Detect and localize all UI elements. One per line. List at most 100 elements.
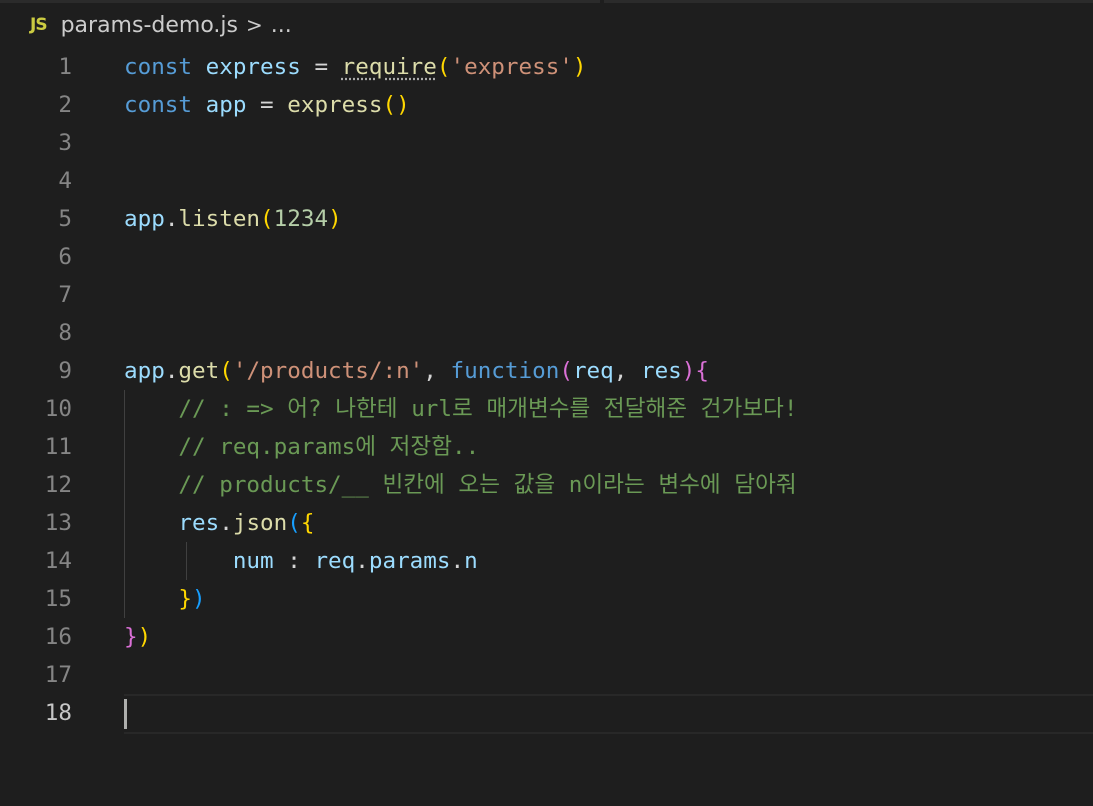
code-token: json <box>232 510 288 536</box>
code-token: const <box>124 92 193 118</box>
line-number: 14 <box>44 548 72 574</box>
code-token: ( <box>559 358 573 384</box>
code-line[interactable]: 1 const express = require('express') <box>0 48 1093 86</box>
code-line[interactable]: 9 app.get('/products/:n', function(req, r… <box>0 352 1093 390</box>
code-token: express <box>287 92 383 118</box>
code-line[interactable]: 7 <box>0 276 1093 314</box>
code-line[interactable]: 13 res.json({ <box>0 504 1093 542</box>
code-line[interactable]: 16}) <box>0 618 1093 656</box>
line-number: 17 <box>44 662 72 688</box>
line-number: 10 <box>44 396 72 422</box>
line-number: 2 <box>58 92 72 118</box>
line-number: 11 <box>44 434 72 460</box>
code-text: res.json({ <box>124 504 314 542</box>
tab-edge-left <box>0 0 600 3</box>
code-token: '/products/:n' <box>232 358 424 384</box>
code-token: params <box>368 548 451 574</box>
code-token: = <box>246 92 288 118</box>
code-token: // : => 어? 나한테 url로 매개변수를 전달해준 건가보다! <box>178 396 798 422</box>
breadcrumb-more[interactable]: ... <box>271 13 292 38</box>
code-token: ) <box>192 586 206 612</box>
text-cursor <box>124 699 127 729</box>
code-token: req <box>572 358 614 384</box>
line-number: 9 <box>58 358 72 384</box>
breadcrumb: JS params-demo.js > ... <box>30 10 292 40</box>
line-number: 1 <box>58 54 72 80</box>
code-line[interactable]: 5 app.listen(1234) <box>0 200 1093 238</box>
code-token: = <box>300 54 342 80</box>
line-number: 18 <box>44 700 72 726</box>
line-number: 4 <box>58 168 72 194</box>
code-token: get <box>178 358 220 384</box>
code-token: ) <box>572 54 587 80</box>
code-line[interactable]: 12 // products/__ 빈칸에 오는 값을 n이라는 변수에 담아줘 <box>0 466 1093 504</box>
code-text: app.get('/products/:n', function(req, re… <box>124 352 709 390</box>
code-text: app.listen(1234) <box>124 200 342 238</box>
code-line[interactable]: 3 <box>0 124 1093 162</box>
code-token: res <box>640 358 682 384</box>
code-line[interactable]: 4 <box>0 162 1093 200</box>
code-token: { <box>300 510 315 536</box>
code-token: , <box>423 358 451 384</box>
code-token: ( <box>436 54 451 80</box>
code-token: . <box>164 358 179 384</box>
code-token: app <box>124 358 165 384</box>
code-line[interactable]: 18 <box>0 694 1093 734</box>
line-number: 3 <box>58 130 72 156</box>
line-number: 7 <box>58 282 72 308</box>
code-line[interactable]: 15 }) <box>0 580 1093 618</box>
current-line-highlight <box>124 694 1093 734</box>
code-token: . <box>450 548 465 574</box>
code-line[interactable]: 17 <box>0 656 1093 694</box>
line-number: 12 <box>44 472 72 498</box>
code-text: // : => 어? 나한테 url로 매개변수를 전달해준 건가보다! <box>124 390 797 428</box>
line-number: 5 <box>58 206 72 232</box>
line-number: 6 <box>58 244 72 270</box>
js-file-icon: JS <box>30 15 48 35</box>
code-token: const <box>124 54 193 80</box>
code-text: // products/__ 빈칸에 오는 값을 n이라는 변수에 담아줘 <box>124 466 797 504</box>
code-token: ( <box>287 510 301 536</box>
code-token: } <box>124 624 138 650</box>
line-number: 13 <box>44 510 72 536</box>
code-token: req <box>314 548 356 574</box>
code-text: }) <box>124 580 206 618</box>
code-line[interactable]: 10 // : => 어? 나한테 url로 매개변수를 전달해준 건가보다! <box>0 390 1093 428</box>
code-text: }) <box>124 618 151 656</box>
line-number: 8 <box>58 320 72 346</box>
code-token: , <box>613 358 641 384</box>
code-text: num : req.params.n <box>124 542 478 580</box>
line-number: 15 <box>44 586 72 612</box>
code-token: . <box>355 548 369 574</box>
code-token: // req.params에 저장함.. <box>178 434 480 460</box>
code-token: ) <box>137 624 152 650</box>
code-line[interactable]: 14 num : req.params.n <box>0 542 1093 580</box>
code-token: ( <box>219 358 233 384</box>
code-text: // req.params에 저장함.. <box>124 428 479 466</box>
code-token: . <box>164 206 179 232</box>
code-token: require <box>341 54 437 80</box>
code-token: . <box>219 510 233 536</box>
code-line[interactable]: 8 <box>0 314 1093 352</box>
code-line[interactable]: 2 const app = express() <box>0 86 1093 124</box>
code-token: } <box>178 586 193 612</box>
code-line[interactable]: 6 <box>0 238 1093 276</box>
code-line[interactable]: 11 // req.params에 저장함.. <box>0 428 1093 466</box>
tab-edge-right <box>604 0 1093 3</box>
line-number: 16 <box>44 624 72 650</box>
code-editor[interactable]: 1 const express = require('express') 2 cons… <box>0 48 1093 734</box>
code-token: { <box>695 358 709 384</box>
breadcrumb-file-name[interactable]: params-demo.js <box>61 13 238 38</box>
code-token: // products/__ 빈칸에 오는 값을 n이라는 변수에 담아줘 <box>178 472 797 498</box>
code-token: ( <box>260 206 274 232</box>
code-token: ) <box>681 358 696 384</box>
code-token: app <box>124 206 165 232</box>
code-token: : <box>273 548 315 574</box>
code-token: function <box>450 358 560 384</box>
